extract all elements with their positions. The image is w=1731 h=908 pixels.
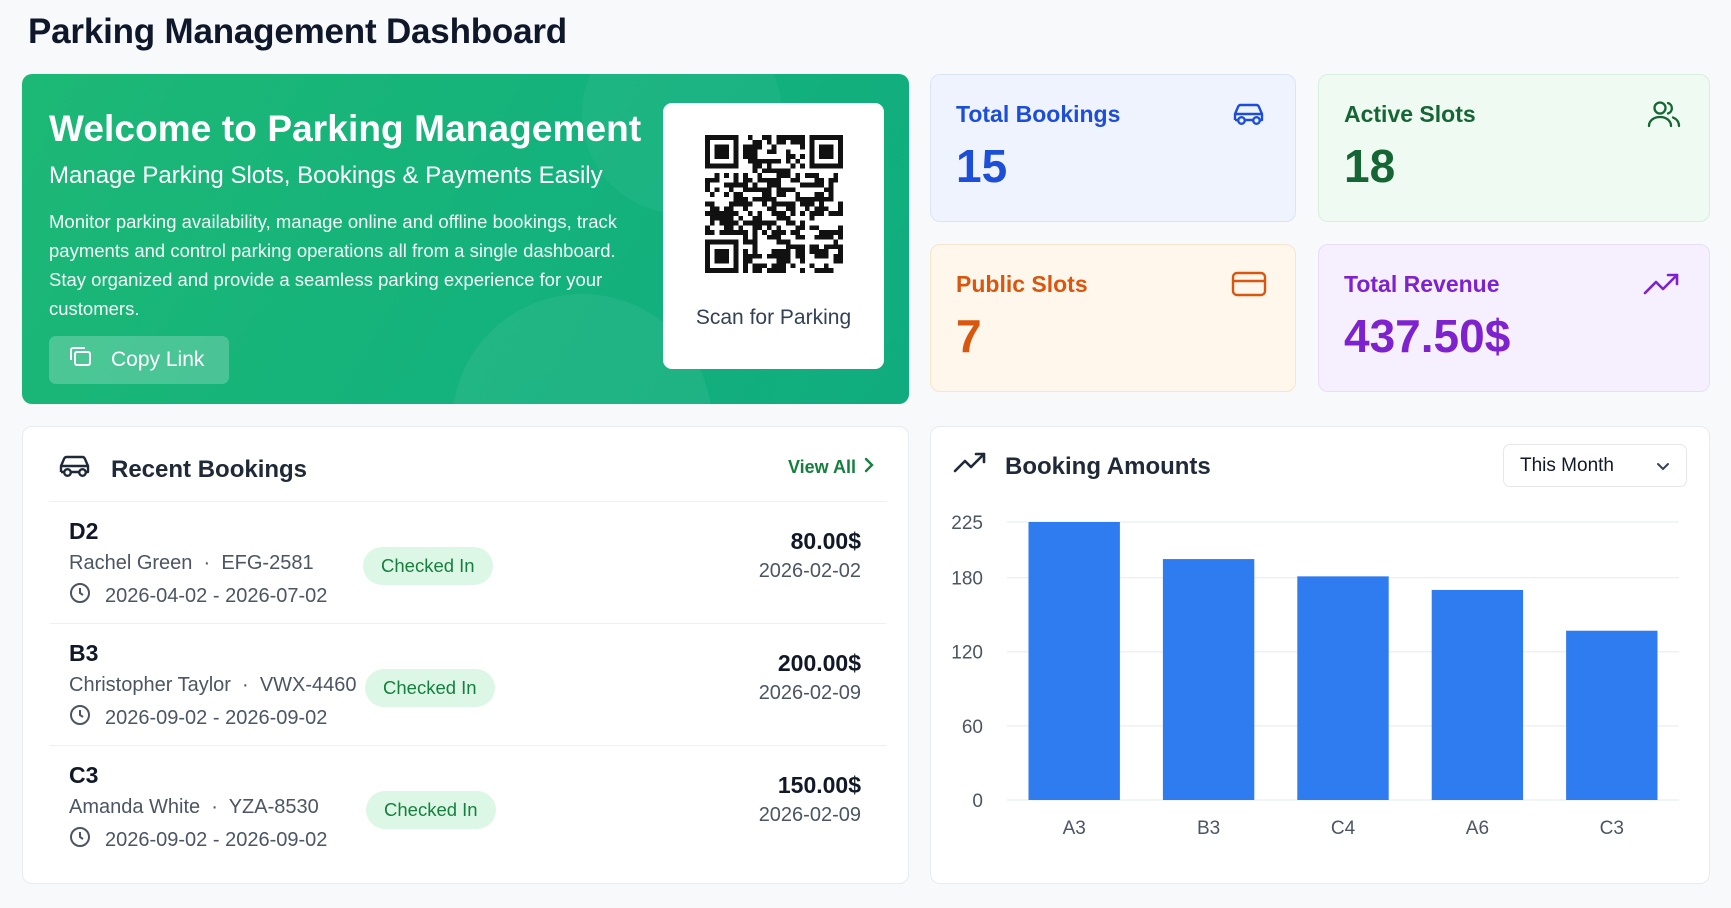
x-tick-label: A6 <box>1466 818 1489 839</box>
y-tick-label: 60 <box>962 717 983 738</box>
bar <box>1431 589 1524 800</box>
stat-label: Active Slots <box>1344 101 1476 127</box>
bar <box>1162 559 1255 800</box>
booking-amount: 200.00$ <box>777 650 861 676</box>
booking-slot: B3 <box>69 640 99 666</box>
bar <box>1566 630 1658 800</box>
booking-amount: 80.00$ <box>790 528 861 554</box>
booking-customer: Christopher Taylor · VWX-4460 <box>69 674 357 697</box>
x-tick-label: C3 <box>1600 818 1624 839</box>
hero-title: Welcome to Parking Management <box>49 108 642 149</box>
stat-public-slots: Public Slots 7 <box>930 244 1296 392</box>
booking-row[interactable]: B3 Christopher Taylor · VWX-4460 2026-09… <box>49 623 887 745</box>
car-icon <box>57 451 93 488</box>
copy-icon <box>67 345 93 375</box>
clock-icon <box>69 704 91 732</box>
separator-dot: · <box>205 796 224 818</box>
date-range: 2026-04-02 - 2026-07-02 <box>105 584 328 607</box>
page-title: Parking Management Dashboard <box>28 12 567 51</box>
welcome-hero: Welcome to Parking Management Manage Par… <box>22 74 909 404</box>
chevron-down-icon <box>1656 455 1670 477</box>
panel-title: Recent Bookings <box>111 455 308 483</box>
separator-dot: · <box>236 674 255 696</box>
y-tick-label: 225 <box>951 513 983 534</box>
hero-description: Monitor parking availability, manage onl… <box>49 211 618 319</box>
plate-number: YZA-8530 <box>228 796 319 818</box>
x-tick-label: C4 <box>1331 818 1356 839</box>
payment-date: 2026-02-09 <box>758 682 861 704</box>
payment-date: 2026-02-02 <box>758 560 861 582</box>
copy-link-button[interactable]: Copy Link <box>49 336 229 384</box>
bar-chart: 0 60 120 180 225 A3 B3 C4 A6 C3 <box>951 513 1679 839</box>
booking-row[interactable]: C3 Amanda White · YZA-8530 2026-09-02 - … <box>49 745 887 867</box>
stat-value: 437.50$ <box>1344 310 1511 362</box>
panel-header: Booking Amounts <box>953 451 1211 482</box>
y-tick-label: 0 <box>972 791 983 812</box>
copy-link-label: Copy Link <box>111 348 205 371</box>
booking-customer: Amanda White · YZA-8530 <box>69 796 319 819</box>
trending-up-icon <box>1643 269 1681 304</box>
status-badge: Checked In <box>366 791 496 829</box>
panel-title: Booking Amounts <box>1005 452 1211 480</box>
booking-slot: D2 <box>69 518 99 544</box>
clock-icon <box>69 582 91 610</box>
plate-number: EFG-2581 <box>221 552 314 574</box>
booking-row[interactable]: D2 Rachel Green · EFG-2581 2026-04-02 - … <box>49 501 887 623</box>
status-badge: Checked In <box>365 669 495 707</box>
status-badge: Checked In <box>363 547 493 585</box>
qr-label: Scan for Parking <box>695 306 852 329</box>
booking-dates: 2026-09-02 - 2026-09-02 <box>69 704 327 732</box>
stat-value: 15 <box>956 140 1008 192</box>
customer-name: Rachel Green <box>69 552 193 574</box>
date-range: 2026-09-02 - 2026-09-02 <box>105 706 328 729</box>
customer-name: Amanda White <box>69 796 201 818</box>
separator-dot: · <box>197 552 216 574</box>
car-icon <box>1231 99 1267 134</box>
view-all-link[interactable]: View All <box>788 457 874 478</box>
booking-dates: 2026-09-02 - 2026-09-02 <box>69 826 327 854</box>
customer-name: Christopher Taylor <box>69 674 231 696</box>
qr-card: Scan for Parking <box>663 103 884 369</box>
x-tick-label: B3 <box>1197 818 1220 839</box>
y-tick-label: 180 <box>951 569 983 590</box>
booking-dates: 2026-04-02 - 2026-07-02 <box>69 582 327 610</box>
stat-total-revenue: Total Revenue 437.50$ <box>1318 244 1710 392</box>
recent-bookings-panel: Recent Bookings View All D2 Rachel Green… <box>22 426 909 884</box>
booking-customer: Rachel Green · EFG-2581 <box>69 552 314 575</box>
period-select[interactable]: This Month <box>1503 444 1687 487</box>
booking-slot: C3 <box>69 762 99 788</box>
booking-amount: 150.00$ <box>777 772 861 798</box>
y-tick-label: 120 <box>951 643 983 664</box>
stat-label: Total Revenue <box>1344 271 1500 297</box>
stat-active-slots: Active Slots 18 <box>1318 74 1710 222</box>
view-all-label: View All <box>787 457 856 477</box>
stat-value: 7 <box>956 310 982 362</box>
stat-value: 18 <box>1344 140 1396 192</box>
period-selected: This Month <box>1520 454 1614 476</box>
plate-number: VWX-4460 <box>259 674 357 696</box>
stat-total-bookings: Total Bookings 15 <box>930 74 1296 222</box>
bar <box>1028 522 1120 800</box>
trending-up-icon <box>953 451 987 482</box>
stat-label: Public Slots <box>956 271 1088 297</box>
booking-amounts-panel: 0 60 120 180 225 A3 B3 C4 A6 C3 Booking Amounts T… <box>930 426 1710 884</box>
qr-code[interactable] <box>705 135 843 273</box>
date-range: 2026-09-02 - 2026-09-02 <box>105 828 328 851</box>
x-tick-label: A3 <box>1063 818 1086 839</box>
panel-header: Recent Bookings <box>57 451 307 488</box>
hero-subtitle: Manage Parking Slots, Bookings & Payment… <box>49 162 603 189</box>
stat-label: Total Bookings <box>956 101 1121 127</box>
payment-date: 2026-02-09 <box>758 804 861 826</box>
bar <box>1297 576 1389 800</box>
chevron-right-icon <box>864 457 874 478</box>
clock-icon <box>69 826 91 854</box>
users-icon <box>1647 99 1681 134</box>
credit-card-icon <box>1231 269 1267 304</box>
